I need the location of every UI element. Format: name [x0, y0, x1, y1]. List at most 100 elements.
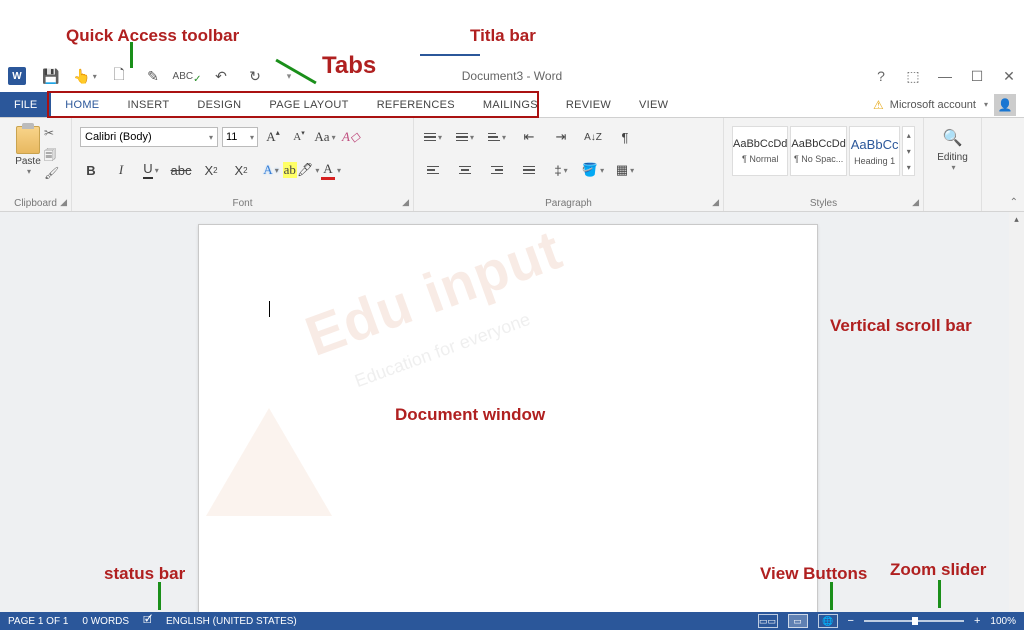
scroll-up-icon[interactable]: ▴	[1009, 212, 1024, 227]
annotation-vscroll: Vertical scroll bar	[830, 316, 972, 336]
font-color-icon[interactable]: A▾	[320, 159, 342, 181]
font-name-select[interactable]: Calibri (Body)▾	[80, 127, 218, 147]
font-launcher-icon[interactable]: ◢	[402, 197, 409, 208]
quick-access-toolbar: 💾 👆▾ 🗋 ✎ ABC✓ ↶ ↻ ▾	[42, 67, 298, 85]
zoom-slider[interactable]	[864, 620, 964, 622]
view-read-mode[interactable]: ▭▭	[758, 614, 778, 628]
tab-insert[interactable]: INSERT	[113, 92, 183, 117]
save-icon[interactable]: 💾	[42, 67, 60, 85]
annotation-statusbar: status bar	[104, 564, 185, 584]
bullets-icon[interactable]: ▾	[422, 126, 444, 148]
style-normal[interactable]: AaBbCcDd ¶ Normal	[732, 126, 788, 176]
text-effects-icon[interactable]: A▾	[260, 159, 282, 181]
view-print-layout[interactable]: ▭	[788, 614, 808, 628]
increase-indent-icon[interactable]: ⇥	[550, 126, 572, 148]
spellcheck-icon[interactable]: ABC✓	[178, 67, 196, 85]
superscript-icon[interactable]: X2	[230, 159, 252, 181]
tab-view[interactable]: VIEW	[625, 92, 682, 117]
borders-icon[interactable]: ▦▾	[614, 159, 636, 181]
format-painter-icon[interactable]: 🖌	[44, 166, 60, 180]
group-paragraph: ▾ ▾ ▾ ⇤ ⇥ A↓Z ¶ ‡▾ 🪣▾ ▦▾ Paragraph ◢	[414, 118, 724, 211]
ribbon: Paste ▾ ✂ 🗐 🖌 Clipboard ◢ Calibri (Body)…	[0, 118, 1024, 212]
tab-mailings[interactable]: MAILINGS	[469, 92, 552, 117]
highlight-icon[interactable]: ab🖊▾	[290, 159, 312, 181]
account-dropdown-icon[interactable]: ▾	[984, 100, 988, 109]
view-web-layout[interactable]: 🌐	[818, 614, 838, 628]
style-heading1[interactable]: AaBbCc Heading 1	[849, 126, 901, 176]
warning-icon: ⚠	[873, 98, 884, 112]
clear-formatting-icon[interactable]: A◇	[340, 126, 362, 148]
zoom-in-icon[interactable]: +	[974, 615, 980, 627]
font-size-select[interactable]: 11▾	[222, 127, 258, 147]
tab-home[interactable]: HOME	[51, 92, 113, 117]
annotation-zoomslider-line	[938, 580, 941, 608]
collapse-ribbon-icon[interactable]: ⌃	[1010, 197, 1018, 208]
maximize-icon[interactable]: ☐	[968, 68, 986, 85]
file-tab[interactable]: FILE	[0, 92, 51, 117]
subscript-icon[interactable]: X2	[200, 159, 222, 181]
copy-icon[interactable]: 🗐	[44, 146, 60, 160]
annotation-titlebar: Titla bar	[470, 26, 536, 46]
word-app-icon: W	[8, 67, 26, 85]
underline-icon[interactable]: U▾	[140, 159, 162, 181]
change-case-icon[interactable]: Aa▾	[314, 126, 336, 148]
ribbon-display-icon[interactable]: ⬚	[904, 68, 922, 85]
cut-icon[interactable]: ✂	[44, 126, 60, 140]
undo-icon[interactable]: ↶	[212, 67, 230, 85]
grow-font-icon[interactable]: A▴	[262, 126, 284, 148]
group-font: Calibri (Body)▾ 11▾ A▴ A▾ Aa▾ A◇ B I U▾ …	[72, 118, 414, 211]
zoom-level[interactable]: 100%	[990, 616, 1016, 627]
vertical-scrollbar[interactable]: ▴	[1009, 212, 1024, 612]
tab-references[interactable]: REFERENCES	[363, 92, 469, 117]
align-right-icon[interactable]	[486, 159, 508, 181]
minimize-icon[interactable]: —	[936, 68, 954, 84]
redo-icon[interactable]: ↻	[246, 67, 264, 85]
group-editing: 🔍 Editing ▾	[924, 118, 982, 211]
annotation-tabs: Tabs	[322, 52, 376, 80]
group-font-label: Font	[72, 198, 413, 209]
find-icon: 🔍	[943, 128, 963, 148]
zoom-slider-thumb[interactable]	[912, 617, 918, 625]
edit-icon[interactable]: ✎	[144, 67, 162, 85]
zoom-out-icon[interactable]: −	[848, 615, 854, 627]
shrink-font-icon[interactable]: A▾	[288, 126, 310, 148]
multilevel-list-icon[interactable]: ▾	[486, 126, 508, 148]
status-page[interactable]: PAGE 1 OF 1	[8, 616, 68, 627]
show-marks-icon[interactable]: ¶	[614, 126, 636, 148]
annotation-viewbuttons: View Buttons	[760, 564, 867, 584]
help-icon[interactable]: ?	[872, 68, 890, 84]
account-area[interactable]: ⚠ Microsoft account ▾ 👤	[873, 92, 1024, 117]
title-bar: W 💾 👆▾ 🗋 ✎ ABC✓ ↶ ↻ ▾ Document3 - Word ?…	[0, 62, 1024, 90]
status-words[interactable]: 0 WORDS	[82, 616, 129, 627]
strikethrough-icon[interactable]: abc	[170, 159, 192, 181]
shading-icon[interactable]: 🪣▾	[582, 159, 604, 181]
tab-page-layout[interactable]: PAGE LAYOUT	[255, 92, 362, 117]
paste-button[interactable]: Paste ▾	[8, 126, 48, 176]
numbering-icon[interactable]: ▾	[454, 126, 476, 148]
italic-icon[interactable]: I	[110, 159, 132, 181]
clipboard-launcher-icon[interactable]: ◢	[60, 197, 67, 208]
style-no-spacing[interactable]: AaBbCcDd ¶ No Spac...	[790, 126, 846, 176]
proofing-icon[interactable]: 🗹	[143, 613, 152, 630]
decrease-indent-icon[interactable]: ⇤	[518, 126, 540, 148]
align-center-icon[interactable]	[454, 159, 476, 181]
group-clipboard: Paste ▾ ✂ 🗐 🖌 Clipboard ◢	[0, 118, 72, 211]
avatar[interactable]: 👤	[994, 94, 1016, 116]
justify-icon[interactable]	[518, 159, 540, 181]
styles-launcher-icon[interactable]: ◢	[912, 197, 919, 208]
tab-review[interactable]: REVIEW	[552, 92, 625, 117]
annotation-qat: Quick Access toolbar	[66, 26, 239, 46]
new-doc-icon[interactable]: 🗋	[110, 67, 128, 85]
status-language[interactable]: ENGLISH (UNITED STATES)	[166, 616, 297, 627]
tab-design[interactable]: DESIGN	[183, 92, 255, 117]
align-left-icon[interactable]	[422, 159, 444, 181]
editing-dropdown[interactable]: 🔍 Editing ▾	[932, 128, 973, 172]
close-icon[interactable]: ✕	[1000, 68, 1018, 85]
bold-icon[interactable]: B	[80, 159, 102, 181]
style-gallery-more-icon[interactable]: ▴▾▾	[902, 126, 915, 176]
touch-mode-icon[interactable]: 👆▾	[76, 67, 94, 85]
ribbon-tabs: FILE HOME INSERT DESIGN PAGE LAYOUT REFE…	[0, 92, 1024, 118]
paragraph-launcher-icon[interactable]: ◢	[712, 197, 719, 208]
line-spacing-icon[interactable]: ‡▾	[550, 159, 572, 181]
sort-icon[interactable]: A↓Z	[582, 126, 604, 148]
